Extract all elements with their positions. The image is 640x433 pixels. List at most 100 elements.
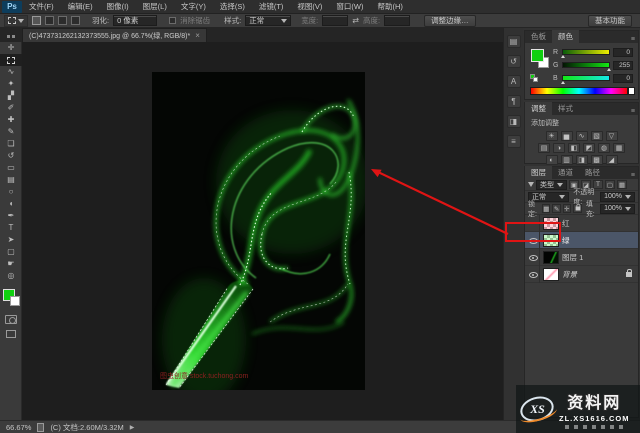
menu-filter[interactable]: 滤镜(T) [252, 0, 291, 14]
foreground-color-swatch[interactable] [531, 49, 544, 62]
visibility-toggle[interactable] [527, 248, 540, 266]
black-white-icon[interactable]: ◧ [568, 143, 580, 153]
lock-pixels-icon[interactable]: ✎ [552, 204, 561, 213]
active-tool-badge[interactable] [4, 14, 28, 27]
height-input[interactable] [384, 15, 411, 26]
actions-panel-icon[interactable]: ≡ [506, 135, 521, 148]
intersect-selection-icon[interactable] [71, 16, 80, 25]
menu-file[interactable]: 文件(F) [22, 0, 61, 14]
lock-transparent-icon[interactable]: ▦ [542, 204, 551, 213]
vibrance-icon[interactable]: ▽ [605, 131, 618, 141]
background-color-swatch[interactable] [10, 296, 20, 306]
tool-spot-healing[interactable]: ✚ [0, 114, 22, 126]
tab-channels[interactable]: 通道 [552, 166, 579, 179]
opacity-select[interactable]: 100% [600, 191, 635, 202]
layer-row-layer1[interactable]: 图层 1 [525, 248, 638, 266]
color-spectrum-ramp[interactable] [530, 87, 628, 95]
close-icon[interactable]: × [195, 31, 200, 40]
menu-window[interactable]: 窗口(W) [329, 0, 370, 14]
channel-mixer-icon[interactable]: ◍ [598, 143, 610, 153]
hue-saturation-icon[interactable]: ▤ [538, 143, 550, 153]
tool-move[interactable]: ✛ [0, 42, 22, 54]
character-panel-icon[interactable]: A [506, 75, 521, 88]
add-selection-icon[interactable] [45, 16, 54, 25]
tool-zoom[interactable]: ◎ [0, 270, 22, 282]
lock-all-icon[interactable] [572, 204, 582, 213]
slider-thumb[interactable] [561, 55, 565, 58]
layer-row-green[interactable]: 绿 [525, 231, 638, 249]
layer-thumbnail[interactable] [543, 233, 559, 247]
layer-filter-select[interactable]: 类型 [536, 179, 567, 190]
filter-smart-objects-icon[interactable]: ▦ [617, 180, 627, 189]
dock-collapse-icon[interactable] [0, 35, 22, 42]
visibility-toggle[interactable] [527, 265, 540, 283]
info-panel-icon[interactable]: ◨ [506, 115, 521, 128]
color-balance-icon[interactable]: ◑ [553, 143, 565, 153]
width-input[interactable] [322, 15, 349, 26]
tool-lasso[interactable]: ∿ [0, 66, 22, 78]
swap-dimensions-icon[interactable]: ⇄ [352, 16, 359, 25]
visibility-toggle[interactable] [527, 231, 540, 249]
green-value[interactable]: 255 [613, 60, 633, 70]
tab-color[interactable]: 颜色 [552, 30, 579, 43]
tool-brush[interactable]: ✎ [0, 126, 22, 138]
tool-blur[interactable]: ○ [0, 186, 22, 198]
status-expand-icon[interactable]: ▶ [130, 424, 135, 431]
tab-adjustments[interactable]: 调整 [525, 102, 552, 115]
tab-paths[interactable]: 路径 [579, 166, 606, 179]
tool-quick-selection[interactable]: ✦ [0, 78, 22, 90]
properties-panel-icon[interactable]: ▤ [506, 35, 521, 48]
green-slider[interactable] [562, 62, 611, 71]
tab-swatches[interactable]: 色板 [525, 30, 552, 43]
tool-pen[interactable]: ✒ [0, 210, 22, 222]
style-select[interactable]: 正常 [245, 15, 292, 26]
brightness-contrast-icon[interactable]: ☀ [545, 131, 558, 141]
panel-menu-icon[interactable]: ≡ [631, 36, 638, 43]
threshold-icon[interactable]: ◨ [575, 155, 588, 165]
menu-select[interactable]: 选择(S) [213, 0, 252, 14]
paragraph-panel-icon[interactable]: ¶ [506, 95, 521, 108]
menu-view[interactable]: 视图(V) [290, 0, 329, 14]
tool-history-brush[interactable]: ↺ [0, 150, 22, 162]
tool-dodge[interactable]: ◖ [0, 198, 22, 210]
red-slider[interactable] [561, 49, 610, 58]
tool-shape[interactable]: ▢ [0, 246, 22, 258]
exposure-icon[interactable]: ▧ [590, 131, 603, 141]
tool-type[interactable]: T [0, 222, 22, 234]
layer-row-background[interactable]: 背景 [525, 265, 638, 283]
blue-slider[interactable] [561, 75, 610, 84]
visibility-toggle[interactable] [527, 214, 540, 232]
panel-menu-icon[interactable]: ≡ [631, 172, 638, 179]
blue-value[interactable]: 0 [613, 73, 633, 83]
tool-gradient[interactable]: ▤ [0, 174, 22, 186]
smoke-image[interactable]: 图虫创意 stock.tuchong.com [152, 72, 365, 390]
gradient-map-icon[interactable]: ▩ [590, 155, 603, 165]
lock-position-icon[interactable]: ✛ [562, 204, 571, 213]
quick-mask-icon[interactable] [4, 315, 17, 324]
menu-layer[interactable]: 图层(L) [136, 0, 174, 14]
tool-rect-marquee[interactable] [0, 54, 22, 66]
invert-icon[interactable]: ◐ [545, 155, 558, 165]
panel-menu-icon[interactable]: ≡ [631, 108, 638, 115]
feather-input[interactable]: 0 像素 [113, 15, 158, 26]
layer-thumbnail[interactable] [543, 250, 559, 264]
color-lookup-icon[interactable]: ▦ [613, 143, 625, 153]
workspace-switcher-button[interactable]: 基本功能 [588, 14, 632, 27]
white-color-cap[interactable] [628, 87, 635, 95]
menu-type[interactable]: 文字(Y) [174, 0, 213, 14]
refine-edge-button[interactable]: 调整边缘… [424, 14, 476, 27]
screen-mode-icon[interactable] [5, 330, 16, 338]
antialias-checkbox[interactable] [169, 17, 177, 24]
zoom-level-field[interactable]: 66.67% [6, 423, 31, 432]
tool-clone-stamp[interactable]: ❏ [0, 138, 22, 150]
layer-row-red[interactable]: 红 [525, 214, 638, 232]
tool-crop[interactable]: ▞ [0, 90, 22, 102]
subtract-selection-icon[interactable] [58, 16, 67, 25]
new-selection-icon[interactable] [32, 16, 41, 25]
tool-eyedropper[interactable]: ✐ [0, 102, 22, 114]
red-value[interactable]: 0 [613, 47, 633, 57]
menu-help[interactable]: 帮助(H) [371, 0, 410, 14]
tool-eraser[interactable]: ▭ [0, 162, 22, 174]
tab-layers[interactable]: 图层 [525, 166, 552, 179]
fill-select[interactable]: 100% [600, 203, 636, 214]
